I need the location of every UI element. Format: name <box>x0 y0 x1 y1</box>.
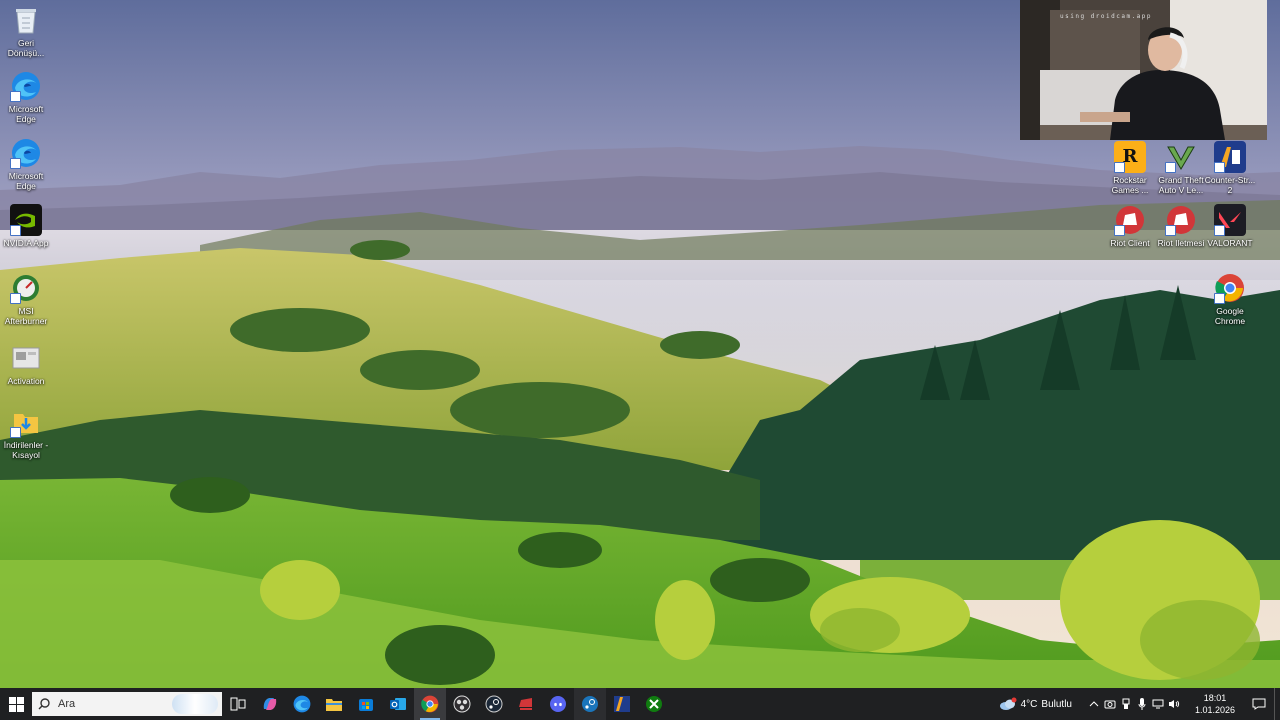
desktop-icon-label: VALORANT <box>1207 238 1253 248</box>
edge-icon <box>293 695 311 713</box>
valorant-icon <box>1214 204 1246 236</box>
desktop-icon-edge-2[interactable]: Microsoft Edge <box>0 137 52 191</box>
taskbar-obs[interactable] <box>446 688 478 720</box>
rockstar-icon: R <box>1114 141 1146 173</box>
riot-client-icon <box>1165 204 1197 236</box>
taskbar-riot[interactable] <box>510 688 542 720</box>
riot-icon <box>519 698 532 710</box>
desktop-icon-label: MSI Afterburner <box>4 306 48 326</box>
show-desktop-button[interactable] <box>1274 688 1280 720</box>
desktop-icon-label: Riot Client <box>1110 238 1150 248</box>
desktop-icon-label: Activation <box>7 376 45 386</box>
taskbar-chrome[interactable] <box>414 688 446 720</box>
webcam-overlay: using droidcam.app <box>1020 0 1267 140</box>
desktop-icon-chrome[interactable]: Google Chrome <box>1204 272 1256 326</box>
taskbar-discord[interactable] <box>542 688 574 720</box>
steam-icon <box>485 695 503 713</box>
desktop-icon-label: Google Chrome <box>1214 306 1246 326</box>
taskbar-xbox[interactable] <box>638 688 670 720</box>
volume-icon[interactable] <box>1166 688 1182 720</box>
taskbar-steam-dark[interactable] <box>478 688 510 720</box>
chrome-icon <box>1214 272 1246 304</box>
taskbar-store[interactable] <box>350 688 382 720</box>
search-icon <box>38 698 50 710</box>
store-icon <box>359 699 373 711</box>
desktop-icon-rockstar[interactable]: R Rockstar Games ... <box>1104 141 1156 195</box>
clock-date: 1.01.2026 <box>1194 705 1236 715</box>
copilot-icon <box>263 698 277 710</box>
xbox-icon <box>646 696 662 712</box>
start-button[interactable] <box>0 688 32 720</box>
task-view-icon <box>230 697 246 711</box>
camera-tray-icon[interactable] <box>1102 688 1118 720</box>
recycle-bin-icon <box>10 4 42 36</box>
clock-time: 18:01 <box>1203 693 1227 703</box>
cloud-icon <box>999 697 1017 710</box>
obs-icon <box>453 695 471 713</box>
show-hidden-icons-chevron-icon[interactable] <box>1086 688 1102 720</box>
folder-icon <box>326 699 342 711</box>
taskbar-copilot[interactable] <box>254 688 286 720</box>
search-highlight-icon <box>172 694 218 714</box>
taskbar-steam[interactable] <box>574 688 606 720</box>
nvidia-icon <box>10 204 42 236</box>
desktop-icon-activation[interactable]: Activation <box>0 342 52 386</box>
taskbar-edge[interactable] <box>286 688 318 720</box>
microphone-icon[interactable] <box>1134 688 1150 720</box>
notification-center-button[interactable] <box>1244 698 1274 710</box>
desktop-icon-label: NVIDIA App <box>3 238 49 248</box>
webcam-caption: using droidcam.app <box>1060 13 1153 20</box>
desktop-icon-label: İndirilenler - Kısayol <box>3 440 49 460</box>
discord-icon <box>550 696 566 712</box>
edge-icon <box>10 70 42 102</box>
system-tray: 4°C Bulutlu 18:01 1.01.2026 <box>999 688 1280 720</box>
counter-strike-icon <box>1214 141 1246 173</box>
outlook-icon <box>390 698 406 710</box>
taskbar-task-view[interactable] <box>222 688 254 720</box>
desktop-icon-label: Microsoft Edge <box>8 171 44 191</box>
weather-temp: 4°C <box>1020 698 1038 710</box>
desktop-icon-valorant[interactable]: VALORANT <box>1204 204 1256 248</box>
desktop-icon-riot[interactable]: Riot Client <box>1104 204 1156 248</box>
taskbar-outlook[interactable] <box>382 688 414 720</box>
desktop-icon-label: Counter-Str... 2 <box>1204 175 1256 195</box>
desktop-icon-nvidia[interactable]: NVIDIA App <box>0 204 52 248</box>
desktop-icon-afterburner[interactable]: MSI Afterburner <box>0 272 52 326</box>
activation-icon <box>10 342 42 374</box>
edge-icon <box>10 137 42 169</box>
taskbar-cs2[interactable] <box>606 688 638 720</box>
desktop-icon-downloads[interactable]: İndirilenler - Kısayol <box>0 406 52 460</box>
taskbar-clock[interactable]: 18:01 1.01.2026 <box>1186 692 1244 716</box>
counter-strike-icon <box>614 696 630 712</box>
gta-v-icon <box>1165 141 1197 173</box>
desktop-icon-label: Microsoft Edge <box>8 104 44 124</box>
weather-widget[interactable]: 4°C Bulutlu <box>999 697 1072 711</box>
windows-logo-icon <box>8 696 24 712</box>
riot-client-icon <box>1114 204 1146 236</box>
taskbar-search-box[interactable]: Ara <box>32 692 222 716</box>
weather-condition: Bulutlu <box>1041 698 1072 710</box>
taskbar-file-explorer[interactable] <box>318 688 350 720</box>
downloads-folder-icon <box>10 406 42 438</box>
search-placeholder: Ara <box>58 698 76 710</box>
steam-icon <box>582 696 598 712</box>
network-icon[interactable] <box>1150 688 1166 720</box>
desktop-icon-cs2[interactable]: Counter-Str... 2 <box>1204 141 1256 195</box>
taskbar: Ara 4°C Bulutlu 18:01 1.01.2026 <box>0 688 1280 720</box>
usb-tray-icon[interactable] <box>1118 688 1134 720</box>
desktop-icon-label: Riot Iletmesi <box>1157 238 1205 248</box>
desktop-icon-gta[interactable]: Grand Theft Auto V Le... <box>1155 141 1207 195</box>
notification-icon <box>1252 698 1266 710</box>
desktop-icon-recycle-bin[interactable]: Geri Dönüşü... <box>0 4 52 58</box>
desktop-icon-label: Rockstar Games ... <box>1111 175 1149 195</box>
desktop-icon-label: Geri Dönüşü... <box>7 38 45 58</box>
chrome-icon <box>421 695 439 713</box>
desktop-icon-edge-1[interactable]: Microsoft Edge <box>0 70 52 124</box>
desktop-icon-label: Grand Theft Auto V Le... <box>1158 175 1204 195</box>
msi-afterburner-icon <box>10 272 42 304</box>
desktop-icon-riot-err[interactable]: Riot Iletmesi <box>1155 204 1207 248</box>
